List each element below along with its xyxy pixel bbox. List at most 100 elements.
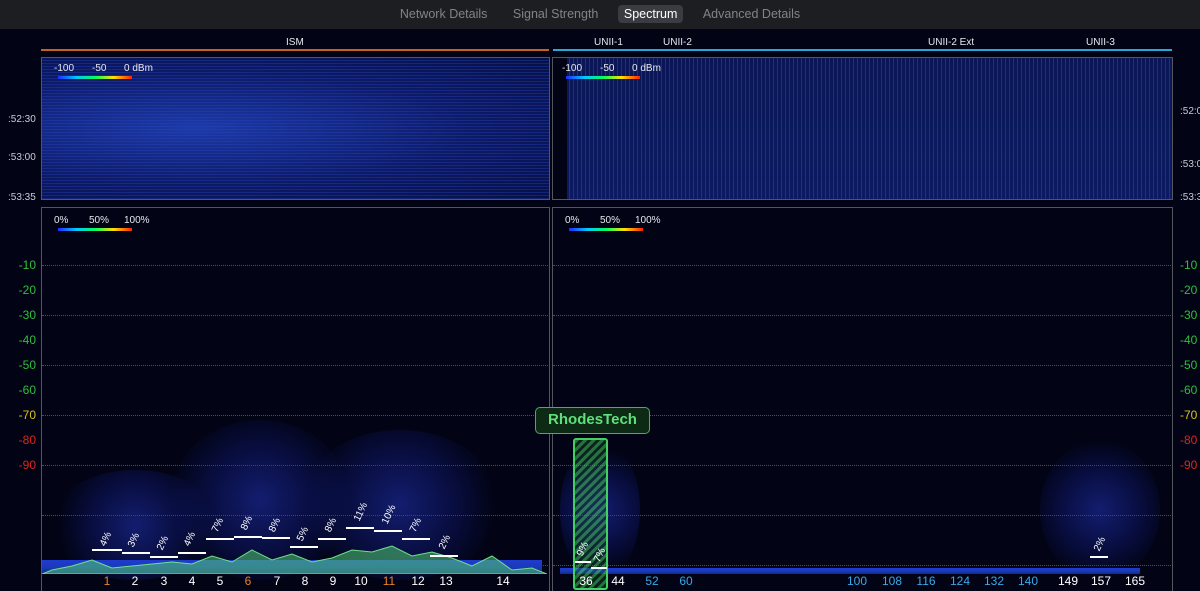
legend-gradient bbox=[569, 228, 643, 231]
channel-label: 44 bbox=[611, 574, 625, 588]
util-marker bbox=[234, 536, 262, 538]
tab-bar: Network Details Signal Strength Spectrum… bbox=[0, 0, 1200, 29]
y-label: -60 bbox=[18, 383, 36, 397]
channel-label: 3 bbox=[160, 574, 168, 588]
util-marker bbox=[290, 546, 318, 548]
legend-max: 0 dBm bbox=[632, 63, 661, 74]
spectrum-legend-left: 0% 50% 100% bbox=[54, 215, 154, 235]
channel-label: 2 bbox=[131, 574, 139, 588]
y-label: -30 bbox=[18, 308, 36, 322]
y-label-right: -70 bbox=[1180, 408, 1198, 422]
time-label-left: :53:00 bbox=[8, 152, 36, 163]
channel-label: 165 bbox=[1124, 574, 1146, 588]
util-marker bbox=[1090, 556, 1108, 558]
util-marker bbox=[178, 552, 206, 554]
band-unii1-label: UNII-1 bbox=[594, 37, 623, 48]
channel-label: 13 bbox=[439, 574, 453, 588]
util-marker bbox=[346, 527, 374, 529]
tab-network-details[interactable]: Network Details bbox=[394, 5, 494, 23]
channel-label: 149 bbox=[1057, 574, 1079, 588]
signal-cloud bbox=[1040, 440, 1160, 580]
util-marker bbox=[206, 538, 234, 540]
gridline bbox=[553, 265, 1171, 266]
legend-max: 100% bbox=[124, 215, 150, 226]
band-unii2ext-label: UNII-2 Ext bbox=[928, 37, 975, 48]
channel-label: 1 bbox=[103, 574, 111, 588]
legend-min: -100 bbox=[562, 63, 583, 74]
band-unii3-label: UNII-3 bbox=[1086, 37, 1115, 48]
channel-label: 157 bbox=[1090, 574, 1112, 588]
legend-min: 0% bbox=[54, 215, 69, 226]
channel-label: 11 bbox=[382, 574, 396, 588]
channel-label: 5 bbox=[216, 574, 224, 588]
legend-mid: -50 bbox=[600, 63, 615, 74]
channel-label: 124 bbox=[949, 574, 971, 588]
y-label-right: -10 bbox=[1180, 258, 1198, 272]
time-label-left: :53:35 bbox=[8, 192, 36, 203]
channel-label: 36 bbox=[579, 574, 593, 588]
gridline bbox=[42, 415, 548, 416]
y-label: -70 bbox=[18, 408, 36, 422]
band-unii-line bbox=[553, 49, 1172, 51]
waterfall-5ghz: -100 -50 0 dBm bbox=[552, 57, 1173, 200]
channel-label: 52 bbox=[645, 574, 659, 588]
y-label-right: -40 bbox=[1180, 333, 1198, 347]
legend-mid: 50% bbox=[600, 215, 621, 226]
y-label: -40 bbox=[18, 333, 36, 347]
channel-label: 14 bbox=[496, 574, 510, 588]
tab-advanced-details[interactable]: Advanced Details bbox=[697, 5, 806, 23]
gridline bbox=[553, 365, 1171, 366]
y-label-right: -30 bbox=[1180, 308, 1198, 322]
legend-min: 0% bbox=[565, 215, 580, 226]
y-label: -90 bbox=[18, 458, 36, 472]
channel-label: 7 bbox=[273, 574, 281, 588]
channel-label: 8 bbox=[301, 574, 309, 588]
legend-mid: 50% bbox=[89, 215, 110, 226]
channel-label: 4 bbox=[188, 574, 196, 588]
tab-signal-strength[interactable]: Signal Strength bbox=[507, 5, 604, 23]
time-label-right: :53:3 bbox=[1180, 192, 1200, 203]
tab-list: Network Details Signal Strength Spectrum… bbox=[0, 5, 1200, 23]
channel-label: 100 bbox=[846, 574, 868, 588]
channel-label: 132 bbox=[983, 574, 1005, 588]
time-label-right: :53:0 bbox=[1180, 159, 1200, 170]
util-marker bbox=[591, 567, 607, 569]
channel-label: 12 bbox=[411, 574, 425, 588]
channel-label: 116 bbox=[916, 574, 936, 588]
band-unii2-label: UNII-2 bbox=[663, 37, 692, 48]
y-label-right: -50 bbox=[1180, 358, 1198, 372]
legend-min: -100 bbox=[54, 63, 75, 74]
gridline bbox=[42, 365, 548, 366]
y-label: -50 bbox=[18, 358, 36, 372]
tab-spectrum[interactable]: Spectrum bbox=[617, 5, 684, 23]
waterfall-legend-right: -100 -50 0 dBm bbox=[562, 63, 662, 83]
legend-max: 0 dBm bbox=[124, 63, 153, 74]
spectrum-legend-right: 0% 50% 100% bbox=[565, 215, 665, 235]
network-label-rhodestech[interactable]: RhodesTech bbox=[535, 407, 650, 434]
band-ism-label: ISM bbox=[286, 37, 304, 48]
legend-mid: -50 bbox=[92, 63, 107, 74]
y-label-right: -80 bbox=[1180, 433, 1198, 447]
channel-label: 60 bbox=[679, 574, 693, 588]
gridline bbox=[42, 315, 548, 316]
y-label: -10 bbox=[18, 258, 36, 272]
channel-label: 6 bbox=[244, 574, 252, 588]
legend-gradient bbox=[58, 228, 132, 231]
util-marker bbox=[150, 556, 178, 558]
time-label-left: :52:30 bbox=[8, 114, 36, 125]
time-label-right: :52:0 bbox=[1180, 106, 1200, 117]
util-marker bbox=[122, 552, 150, 554]
y-label: -20 bbox=[18, 283, 36, 297]
channel-label: 9 bbox=[329, 574, 337, 588]
util-marker bbox=[318, 538, 346, 540]
util-marker bbox=[262, 537, 290, 539]
channel-label: 140 bbox=[1017, 574, 1039, 588]
util-marker bbox=[575, 561, 591, 563]
util-marker bbox=[430, 555, 458, 557]
legend-gradient bbox=[566, 76, 640, 79]
legend-gradient bbox=[58, 76, 132, 79]
util-marker bbox=[374, 530, 402, 532]
waterfall-24ghz: -100 -50 0 dBm bbox=[41, 57, 550, 200]
channel-label: 10 bbox=[354, 574, 368, 588]
gridline bbox=[553, 315, 1171, 316]
